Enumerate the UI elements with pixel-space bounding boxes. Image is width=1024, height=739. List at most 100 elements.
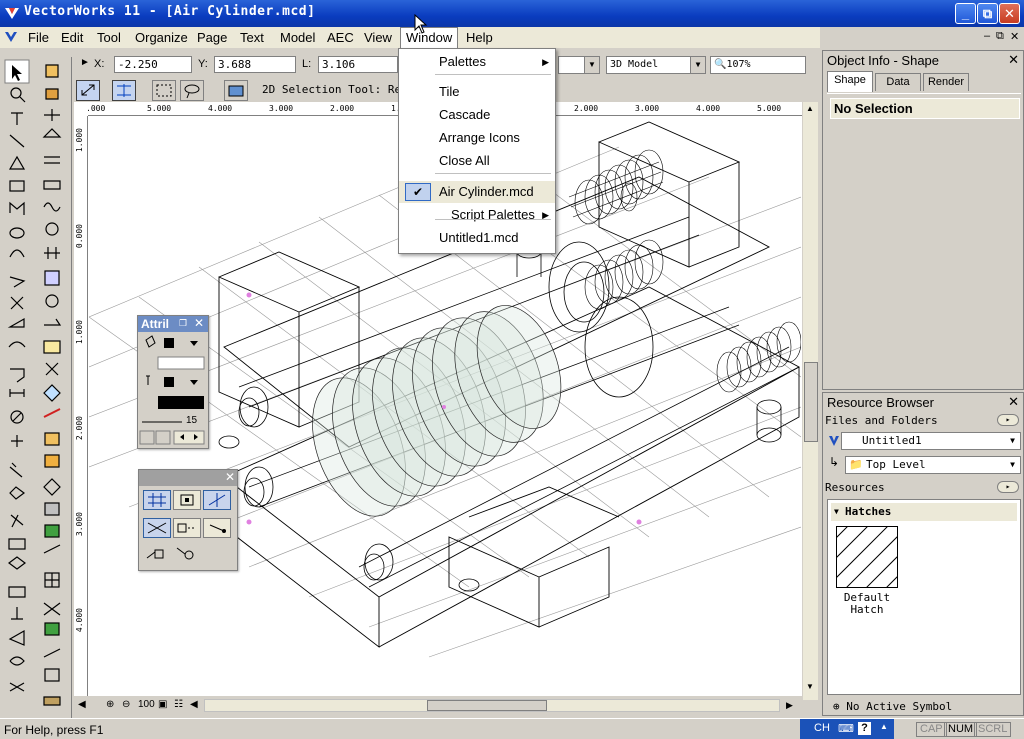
window-menu-item-label: Cascade [439,107,491,122]
line-weight-value[interactable]: 15 [186,415,197,426]
checkmark-icon: ✔ [405,183,431,201]
zoom-out-icon[interactable]: ⊖ [122,699,130,710]
attributes-pin-icon[interactable]: ❐ [176,316,190,330]
tab-shape[interactable]: Shape [827,71,873,92]
attributes-close-icon[interactable]: ✕ [192,316,206,330]
hatch-pattern-icon [837,527,897,587]
window-menu-item-arrange-icons[interactable]: Arrange Icons [399,127,555,149]
y-field[interactable]: 3.688 [214,56,296,73]
snap-intersection-button[interactable] [143,518,171,538]
scroll-down-arrow-icon[interactable]: ▼ [806,682,814,691]
view-combo[interactable]: 3D Model ▼ [606,56,706,74]
window-menu-item-label: Close All [439,153,490,168]
default-hatch-thumbnail[interactable] [836,526,898,588]
restore-button[interactable]: ⧉ [977,3,998,24]
window-menu-item-untitled1-mcd[interactable]: Untitled1.mcd [399,227,555,249]
snap-object-icon [180,494,194,506]
l-field[interactable]: 3.106 [318,56,398,73]
snap-intersection-icon [147,522,167,534]
ruler-tick-label: 4.000 [696,104,721,113]
window-menu-item-script-palettes[interactable]: Script Palettes ▶ [399,204,555,226]
help-icon[interactable]: ? [858,722,871,735]
fit-to-window-icon[interactable]: ▣ [158,699,167,710]
x-field[interactable]: -2.250 [114,56,192,73]
ruler-tick-label: 4.000 [208,104,233,113]
page-left-arrow-icon[interactable]: ◀ [78,699,86,710]
resource-browser-close-icon[interactable]: ✕ [1008,394,1019,410]
close-button[interactable]: ✕ [999,3,1020,24]
files-menu-button[interactable]: ▸ [997,414,1019,426]
window-menu-item-tile[interactable]: Tile [399,81,555,103]
vertical-scroll-thumb[interactable] [804,362,818,442]
menu-model[interactable]: Model [280,30,315,45]
mouse-cursor-icon [414,14,428,34]
mode-rectangle-marquee-button[interactable] [152,80,176,101]
collapse-triangle-icon: ▼ [834,507,839,516]
menu-tool[interactable]: Tool [97,30,121,45]
resources-menu-button[interactable]: ▸ [997,481,1019,493]
default-hatch-name[interactable]: Default Hatch [834,592,900,616]
menu-text[interactable]: Text [240,30,264,45]
window-menu-item-palettes[interactable]: Palettes ▶ [399,51,555,73]
document-minimize-button[interactable]: – [984,30,990,42]
menu-page[interactable]: Page [197,30,227,45]
snap-edge-button[interactable] [143,544,171,564]
menu-window[interactable]: Window [400,27,459,48]
menu-aec[interactable]: AEC [327,30,354,45]
hatches-group-header[interactable]: ▼ Hatches [831,503,1017,521]
ruler-tick-label: 3.000 [269,104,294,113]
folder-combo[interactable]: 📁 Top Level ▼ [845,456,1021,474]
menu-file[interactable]: File [28,30,49,45]
snap-distance-button[interactable] [203,518,231,538]
keyboard-icon[interactable]: ⌨ [838,722,854,735]
horizontal-scroll-track[interactable] [204,699,780,712]
mode-lasso-button[interactable] [180,80,204,101]
vertical-scrollbar[interactable]: ▲ ▼ [802,102,818,700]
layer-combo[interactable]: ▼ [558,56,600,74]
mode-interactive-scaling-button[interactable] [76,80,100,101]
ime-options-arrow-icon[interactable]: ▲ [880,722,888,731]
document-restore-button[interactable]: ⧉ [996,30,1004,43]
window-menu-item-air-cylinder-mcd[interactable]: ✔ Air Cylinder.mcd [399,181,555,203]
menu-edit[interactable]: Edit [61,30,83,45]
ruler-tick-label: 1.000 [75,320,84,345]
ime-indicator[interactable]: CH ⌨ ? ▲ [800,719,894,739]
snap-tangent-button[interactable] [173,518,201,538]
minimize-button[interactable]: _ [955,3,976,24]
scroll-right-arrow-icon[interactable]: ▶ [786,700,793,711]
zoom-100-button[interactable]: 100 [138,699,155,710]
file-combo-value: Untitled1 [862,434,922,447]
menu-organize[interactable]: Organize [135,30,188,45]
snap-smart-points-button[interactable] [173,544,201,564]
mode-single-object-button[interactable] [112,80,136,101]
tab-data[interactable]: Data [875,73,921,91]
window-menu-item-close-all[interactable]: Close All [399,150,555,172]
snap-to-object-button[interactable] [173,490,201,510]
object-info-close-icon[interactable]: ✕ [1008,52,1019,68]
tab-render[interactable]: Render [923,73,969,91]
scroll-lock-indicator: SCRL [974,722,1012,737]
tool-palette [0,57,72,722]
active-symbol-status: ⊕ No Active Symbol [833,700,952,713]
caps-lock-indicator: CAP [916,722,947,737]
zoom-combo[interactable]: 🔍107% [710,56,806,74]
document-icon[interactable] [4,30,18,44]
snap-to-grid-button[interactable] [143,490,171,510]
menu-help[interactable]: Help [466,30,493,45]
horizontal-scroll-thumb[interactable] [427,700,547,711]
x-label: X: [94,58,105,70]
scroll-up-arrow-icon[interactable]: ▲ [806,104,814,113]
document-close-button[interactable]: ✕ [1010,30,1019,43]
scroll-left-arrow-icon[interactable]: ◀ [190,699,198,710]
menu-view[interactable]: View [364,30,392,45]
file-combo[interactable]: Untitled1 ▼ [841,432,1021,450]
symbol-icon: ⊕ [833,700,847,713]
mode-preferences-button[interactable] [224,80,248,101]
window-menu-item-cascade[interactable]: Cascade [399,104,555,126]
spring-coils [312,305,562,517]
zoom-selection-icon[interactable]: ☷ [174,699,183,710]
snap-to-angle-button[interactable] [203,490,231,510]
folder-branch-icon: ↳ [829,455,840,469]
zoom-in-icon[interactable]: ⊕ [106,699,114,710]
snapping-close-icon[interactable]: ✕ [223,470,237,484]
